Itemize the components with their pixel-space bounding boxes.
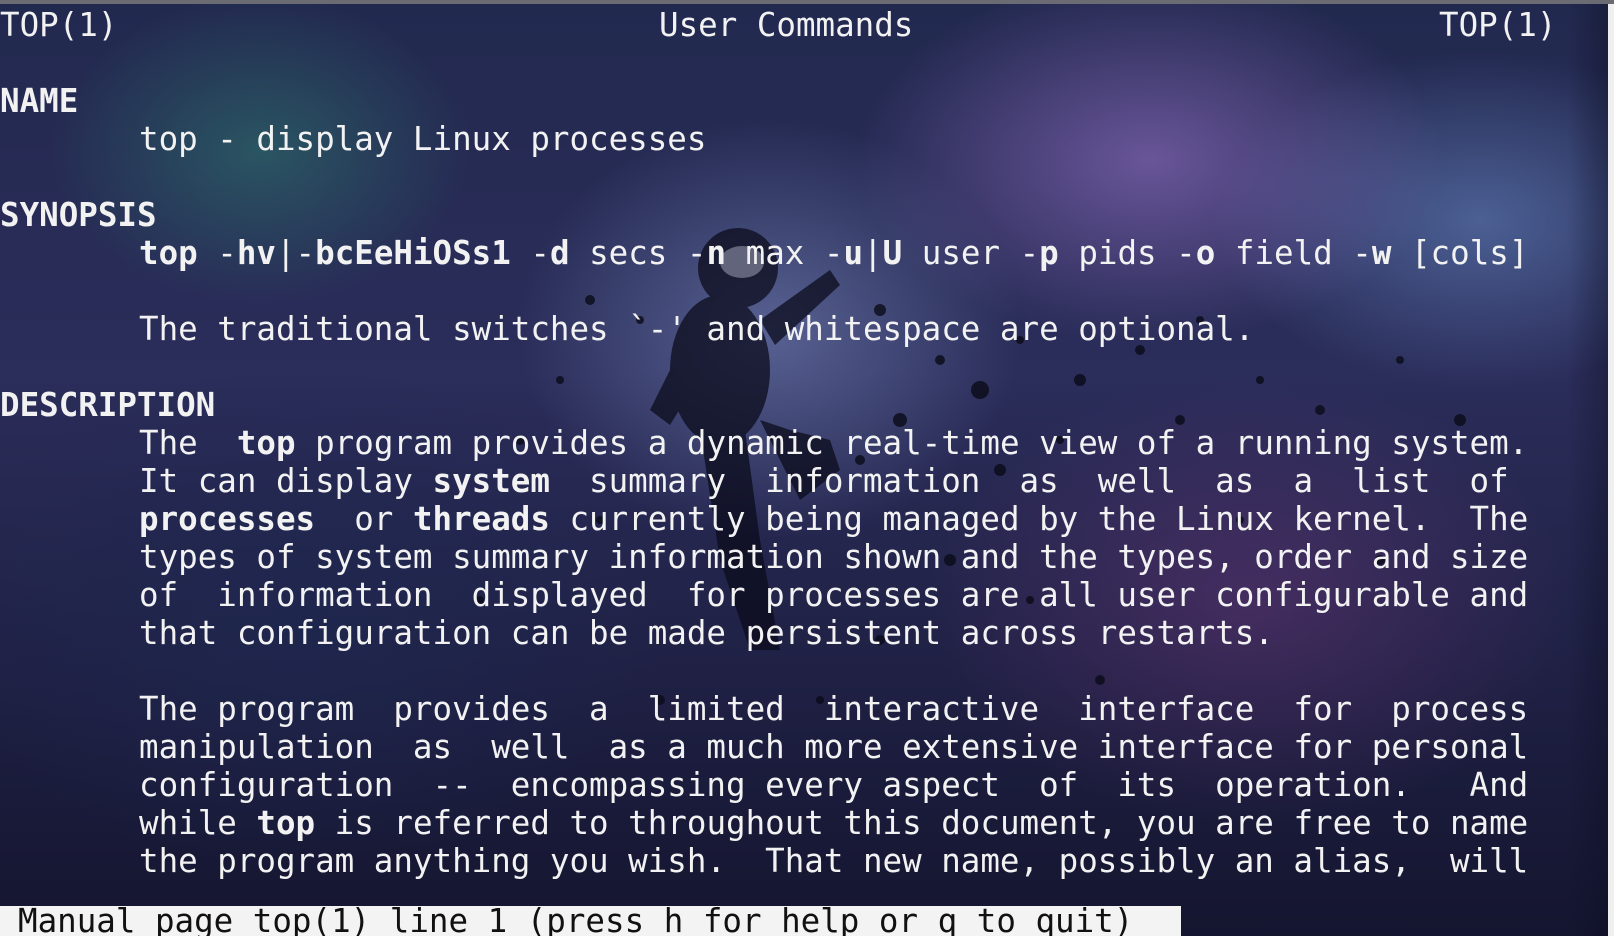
synopsis-option: u — [843, 234, 864, 272]
text-run-bold: top — [256, 804, 316, 842]
text-run-bold: processes — [139, 500, 316, 538]
section-heading-synopsis: SYNOPSIS — [0, 196, 157, 234]
synopsis-option: n — [706, 234, 727, 272]
text-run: is referred to throughout this document,… — [315, 804, 1529, 842]
synopsis-text: [cols] — [1391, 234, 1529, 272]
synopsis-option: p — [1039, 234, 1059, 272]
synopsis-option: U — [882, 234, 903, 272]
name-description: top - display Linux processes — [139, 120, 707, 158]
synopsis-option: o — [1195, 234, 1216, 272]
description-line: processes or threads currently being man… — [139, 500, 1528, 538]
text-run: or — [315, 500, 413, 538]
synopsis-command-line: top -hv|-bcEeHiOSs1 -d secs -n max -u|U … — [139, 234, 1528, 272]
description-line: of information displayed for processes a… — [139, 576, 1529, 614]
text-run-bold: top — [236, 424, 296, 462]
synopsis-option: bcEeHiOSs1 — [315, 234, 511, 272]
header-left: TOP(1) — [0, 6, 118, 44]
section-heading-name: NAME — [0, 82, 79, 120]
description-line: configuration -- encompassing every aspe… — [139, 766, 1529, 804]
text-run: currently being managed by the Linux ker… — [549, 500, 1529, 538]
synopsis-text: max - — [726, 234, 844, 272]
synopsis-option: hv — [236, 234, 276, 272]
description-line: types of system summary information show… — [139, 538, 1529, 576]
description-line: The top program provides a dynamic real-… — [139, 424, 1528, 462]
synopsis-text: |- — [275, 234, 316, 272]
synopsis-text: user - — [902, 234, 1040, 272]
synopsis-option: d — [549, 234, 570, 272]
synopsis-text: - — [197, 234, 237, 272]
text-run: while — [139, 804, 257, 842]
synopsis-option: w — [1371, 234, 1392, 272]
synopsis-text: secs - — [569, 234, 707, 272]
scrollbar[interactable] — [1608, 4, 1614, 936]
text-run: program provides a dynamic real-time vie… — [295, 424, 1529, 462]
section-heading-description: DESCRIPTION — [0, 386, 216, 424]
text-run-bold: threads — [412, 500, 550, 538]
terminal-edge-shade — [1568, 4, 1608, 936]
description-line: The program provides a limited interacti… — [139, 690, 1529, 728]
synopsis-text: pids - — [1058, 234, 1196, 272]
description-line: It can display system summary informatio… — [139, 462, 1509, 500]
window-top-border — [0, 0, 1614, 4]
pager-status-bar: Manual page top(1) line 1 (press h for h… — [0, 906, 1181, 936]
text-run: The — [139, 424, 237, 462]
synopsis-note: The traditional switches `-' and whitesp… — [139, 310, 1255, 348]
header-right: TOP(1) — [1439, 6, 1557, 44]
synopsis-text: field - — [1215, 234, 1372, 272]
text-run: summary information as well as a list of — [549, 462, 1509, 500]
synopsis-text: | — [863, 234, 883, 272]
header-center: User Commands — [659, 6, 914, 44]
description-line: manipulation as well as a much more exte… — [139, 728, 1529, 766]
description-line: while top is referred to throughout this… — [139, 804, 1528, 842]
text-run-bold: system — [432, 462, 550, 500]
text-run: It can display — [139, 462, 433, 500]
description-line: that configuration can be made persisten… — [139, 614, 1274, 652]
synopsis-text: - — [510, 234, 550, 272]
synopsis-cmd: top — [139, 234, 198, 272]
description-line: the program anything you wish. That new … — [139, 842, 1529, 880]
